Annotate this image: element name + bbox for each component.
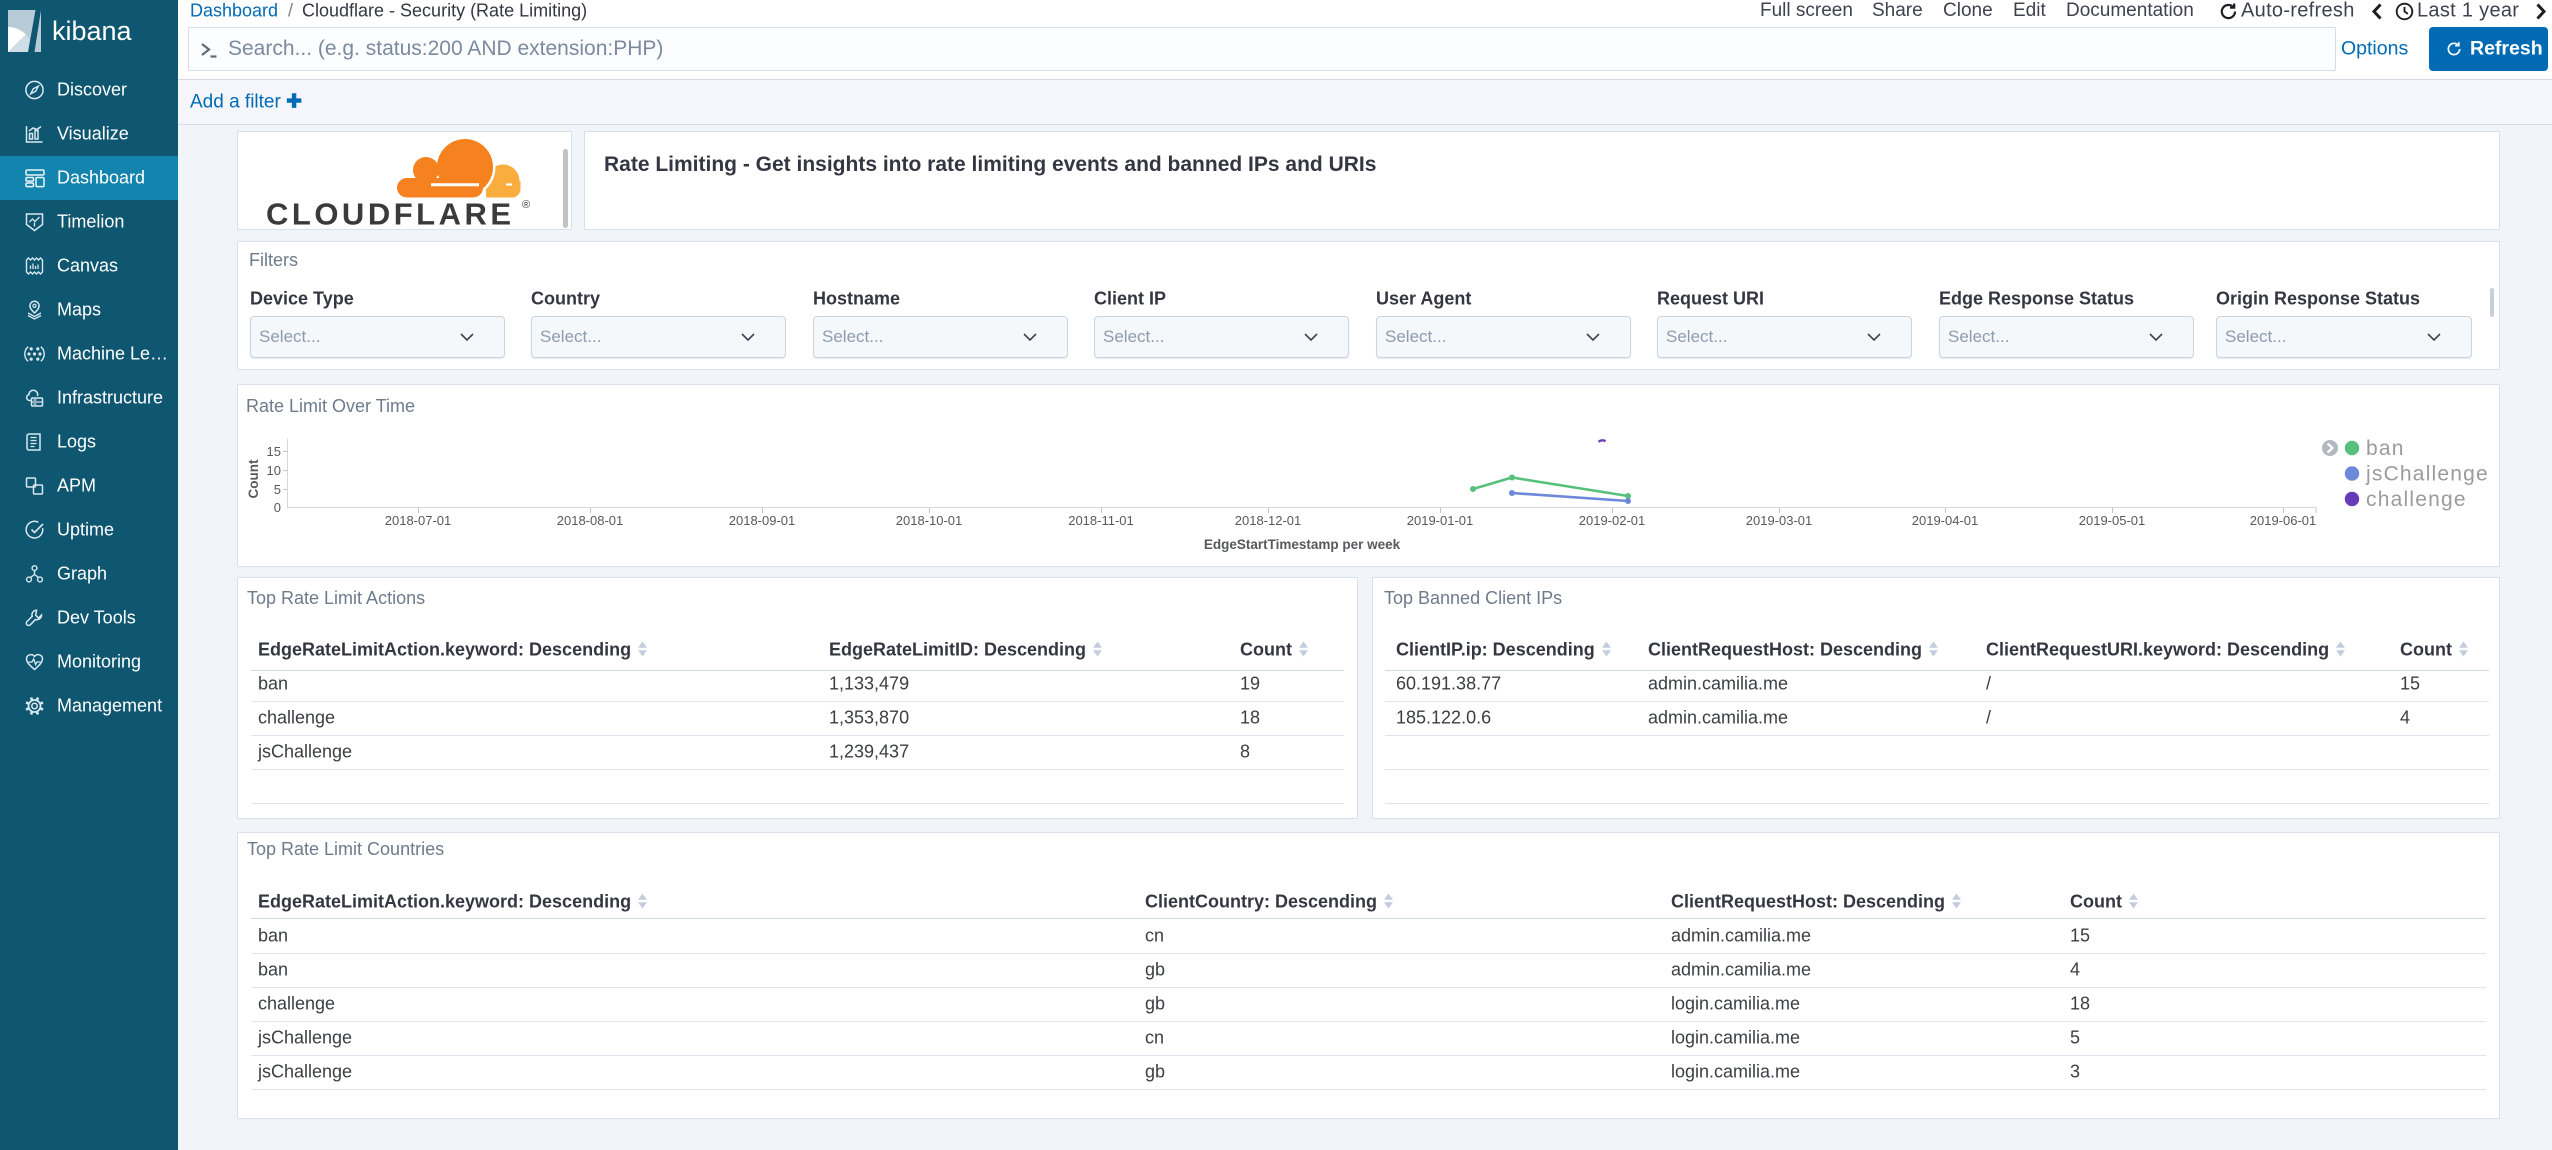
svg-text:2018-07-01: 2018-07-01 <box>385 513 452 528</box>
svg-text:2019-04-01: 2019-04-01 <box>1912 513 1979 528</box>
svg-text:10: 10 <box>267 463 281 478</box>
svg-text:®: ® <box>522 199 530 211</box>
svg-text:2019-02-01: 2019-02-01 <box>1579 513 1646 528</box>
svg-text:2018-08-01: 2018-08-01 <box>557 513 624 528</box>
svg-text:CLOUDFLARE: CLOUDFLARE <box>266 197 515 229</box>
svg-text:jsChallenge: jsChallenge <box>2365 463 2489 486</box>
svg-text:2018-12-01: 2018-12-01 <box>1235 513 1302 528</box>
svg-text:2018-09-01: 2018-09-01 <box>729 513 796 528</box>
svg-text:Count: Count <box>246 459 261 498</box>
svg-text:2019-06-01: 2019-06-01 <box>2250 513 2317 528</box>
svg-text:2018-10-01: 2018-10-01 <box>896 513 963 528</box>
svg-text:EdgeStartTimestamp per week: EdgeStartTimestamp per week <box>1204 537 1401 552</box>
svg-text:0: 0 <box>274 500 281 515</box>
svg-text:2019-03-01: 2019-03-01 <box>1746 513 1813 528</box>
svg-text:ban: ban <box>2366 437 2405 460</box>
svg-text:2019-05-01: 2019-05-01 <box>2079 513 2146 528</box>
svg-text:5: 5 <box>274 482 281 497</box>
svg-text:2019-01-01: 2019-01-01 <box>1407 513 1474 528</box>
svg-text:challenge: challenge <box>2366 488 2467 511</box>
svg-text:2018-11-01: 2018-11-01 <box>1068 513 1134 528</box>
svg-text:15: 15 <box>267 444 281 459</box>
